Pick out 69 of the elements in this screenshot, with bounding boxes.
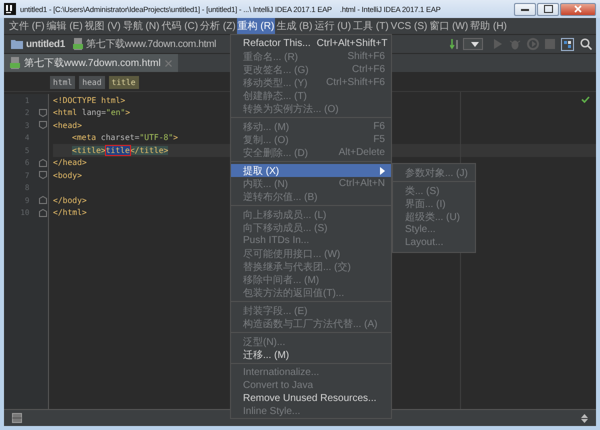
- menu-bar-item[interactable]: 窗口 (W): [428, 18, 470, 34]
- code-line: <head>: [53, 120, 82, 130]
- close-icon: [574, 5, 582, 13]
- shortcut-text: F6: [373, 121, 385, 132]
- shortcut-text: Ctrl+F6: [352, 64, 385, 75]
- tab-label: 第七下载www.7down.com.html: [24, 56, 161, 70]
- menu-bar-item[interactable]: 重构 (R): [236, 18, 276, 34]
- close-icon[interactable]: [164, 60, 172, 66]
- debug-icon[interactable]: [509, 38, 521, 50]
- menu-item[interactable]: 迁移... (M): [231, 348, 391, 361]
- checkmark-icon: [581, 96, 590, 103]
- menu-bar-item[interactable]: 分析 (Z): [199, 18, 237, 34]
- maximize-button[interactable]: [537, 2, 559, 16]
- folder-icon: [11, 39, 23, 49]
- shortcut-text: Ctrl+Alt+N: [338, 178, 385, 189]
- menu-bar-item[interactable]: 帮助 (H): [469, 18, 508, 34]
- menu-bar-item[interactable]: 运行 (U): [313, 18, 352, 34]
- panel-toggle-icon[interactable]: [12, 413, 22, 423]
- menu-bar-item[interactable]: VCS (S): [390, 18, 428, 34]
- shortcut-text: Ctrl+Shift+F6: [326, 77, 385, 88]
- run-config-dropdown[interactable]: [463, 38, 483, 50]
- menu-bar-item[interactable]: 工具 (T): [352, 18, 390, 34]
- menu-item[interactable]: Refactor This... Ctrl+Alt+Shift+T: [231, 37, 391, 50]
- editor-tab[interactable]: 第七下载www.7down.com.html: [4, 54, 178, 72]
- fold-icon[interactable]: [39, 171, 47, 180]
- shortcut-text: Alt+Delete: [338, 147, 385, 158]
- html-file-icon: [72, 38, 83, 50]
- menu-item[interactable]: Remove Unused Resources...: [231, 392, 391, 405]
- fold-icon[interactable]: [39, 196, 47, 204]
- caret-icon: [470, 42, 478, 46]
- app-logo-icon: [4, 3, 16, 15]
- menu-item[interactable]: 提取 (X): [231, 164, 391, 177]
- menu-bar-item[interactable]: 导航 (N): [122, 18, 160, 34]
- code-line: <meta charset="UTF-8">: [72, 133, 178, 142]
- breadcrumb-tag[interactable]: title: [108, 76, 139, 88]
- maximize-icon: [544, 5, 552, 13]
- code-line: </body>: [53, 196, 87, 205]
- menu-bar-item[interactable]: 视图 (V): [84, 18, 122, 34]
- breadcrumb-tag[interactable]: html: [50, 76, 76, 88]
- sort-arrows-icon[interactable]: [581, 414, 588, 422]
- shortcut-text: F5: [373, 134, 385, 145]
- fold-icon[interactable]: [39, 108, 47, 117]
- shortcut-text: Ctrl+Alt+Shift+T: [316, 38, 388, 49]
- coverage-icon[interactable]: [527, 38, 539, 50]
- code-line: <title>title</title>: [72, 146, 168, 155]
- minimize-icon: [521, 7, 529, 11]
- project-structure-icon[interactable]: [561, 38, 574, 50]
- code-line: <html lang="en">: [53, 108, 130, 118]
- code-line: <!DOCTYPE html>: [53, 96, 126, 105]
- nav-project[interactable]: untitled1: [26, 38, 65, 50]
- close-button[interactable]: [560, 2, 596, 16]
- shortcut-text: Shift+F6: [347, 51, 385, 62]
- breadcrumb-tag[interactable]: head: [79, 76, 105, 88]
- menu-bar-item[interactable]: 文件 (F): [8, 18, 46, 34]
- menu-bar-item[interactable]: 代码 (C): [160, 18, 200, 34]
- fold-icon[interactable]: [39, 208, 47, 217]
- code-line: </html>: [53, 208, 87, 218]
- menu-bar-item[interactable]: 编辑 (E): [46, 18, 84, 34]
- code-line: </head>: [53, 158, 87, 168]
- fold-icon[interactable]: [39, 121, 47, 130]
- menu-bar-item[interactable]: 生成 (B): [275, 18, 314, 34]
- html-file-icon: [10, 57, 20, 69]
- run-icon[interactable]: [493, 38, 503, 50]
- minimize-button[interactable]: [514, 2, 536, 16]
- fold-icon[interactable]: [39, 158, 47, 167]
- code-line: <body>: [53, 170, 82, 180]
- search-icon[interactable]: [580, 38, 592, 50]
- nav-file[interactable]: 第七下载www.7down.com.html: [86, 37, 216, 51]
- vcs-update-icon[interactable]: [450, 38, 460, 50]
